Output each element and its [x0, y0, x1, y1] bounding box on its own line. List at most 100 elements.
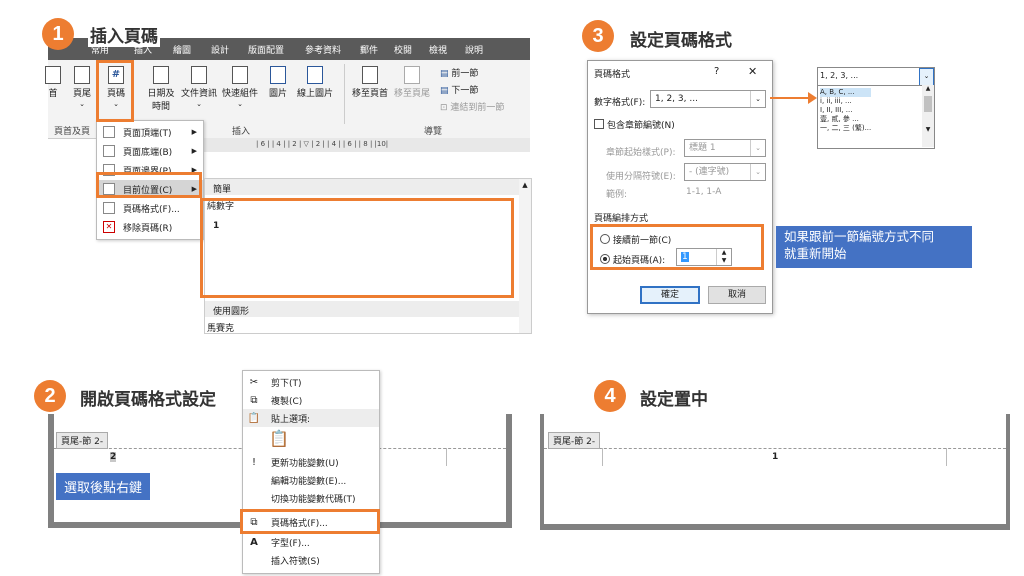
dropdown-current-value: 1, 2, 3, ...: [820, 71, 859, 80]
separator-value: - (連字號): [689, 167, 730, 177]
ctx-label: 貼上選項:: [271, 414, 311, 425]
goto-header-icon: [362, 66, 378, 84]
step4-number-badge: 4: [594, 380, 626, 412]
goto-header-button[interactable]: 移至頁首: [350, 66, 390, 99]
date-time-button[interactable]: 日期及 時間: [144, 66, 178, 112]
step4-page: [544, 414, 1006, 524]
online-picture-button[interactable]: 線上圖片: [294, 66, 336, 99]
number-format-select[interactable]: 1, 2, 3, ... ⌄: [650, 90, 766, 108]
goto-header-label: 移至頁首: [351, 89, 388, 99]
chevron-down-icon: ⌄: [750, 164, 765, 180]
ctx-label: 插入符號(S): [271, 556, 320, 567]
chevron-down-icon[interactable]: ⌄: [919, 68, 934, 86]
gallery-item-mosaic[interactable]: 馬賽克: [207, 321, 234, 334]
goto-footer-label: 移至頁尾: [393, 89, 430, 99]
online-picture-icon: [307, 66, 323, 84]
quick-parts-icon: [232, 66, 248, 84]
scroll-up-icon[interactable]: ▲: [519, 181, 531, 189]
ctx-edit-field[interactable]: 編輯功能變數(E)...: [243, 471, 379, 489]
ctx-copy[interactable]: ⧉ 複製(C): [243, 391, 379, 409]
ribbon-divider: [344, 64, 345, 124]
doc-info-button[interactable]: 文件資訊 ⌄: [180, 66, 218, 109]
tab-design[interactable]: 設計: [202, 43, 238, 56]
ctx-toggle-field-codes[interactable]: 切換功能變數代碼(T): [243, 489, 379, 507]
footer-divider: [544, 448, 1006, 449]
help-icon[interactable]: ?: [714, 66, 719, 77]
dropdown-option[interactable]: I, II, III, ...: [820, 106, 871, 115]
number-format-dropdown: 1, 2, 3, ... ⌄ A, B, C, ... i, ii, iii, …: [817, 67, 935, 149]
header-button-partial[interactable]: 首: [42, 66, 64, 99]
tab-view[interactable]: 檢視: [420, 43, 456, 56]
dropdown-divider: [818, 85, 934, 86]
ctx-label: 複製(C): [271, 396, 303, 407]
link-prev-label: 連結到前一節: [450, 103, 505, 113]
update-field-icon: !: [251, 456, 256, 468]
separator-select[interactable]: - (連字號) ⌄: [684, 163, 766, 181]
menu-item-remove-page-numbers[interactable]: ✕ 移除頁碼(R): [97, 218, 203, 236]
ctx-insert-symbol[interactable]: 插入符號(S): [243, 551, 379, 569]
next-section-icon: ▤: [440, 86, 452, 96]
tab-review[interactable]: 校閱: [386, 43, 420, 56]
step4-document: 頁尾-節 2- 1: [540, 414, 1010, 530]
separator-label: 使用分隔符號(E):: [606, 172, 676, 182]
page-number-field[interactable]: 2: [110, 452, 117, 462]
gallery-section-header-2: [205, 301, 519, 317]
tab-help[interactable]: 說明: [456, 43, 492, 56]
number-format-value: 1, 2, 3, ...: [655, 94, 698, 104]
picture-icon: [270, 66, 286, 84]
quick-parts-button[interactable]: 快速組件 ⌄: [220, 66, 260, 109]
prev-section-icon: ▤: [440, 69, 452, 79]
include-chapter-checkbox[interactable]: 包含章節編號(N): [594, 118, 675, 131]
scroll-thumb[interactable]: [924, 96, 932, 112]
menu-item-format-page-numbers[interactable]: 頁碼格式(F)...: [97, 199, 203, 217]
tab-references[interactable]: 參考資料: [294, 43, 352, 56]
next-section-button[interactable]: ▤ 下一節: [440, 83, 478, 96]
gallery-scrollbar[interactable]: ▲: [519, 179, 531, 333]
scroll-up-icon[interactable]: ▲: [922, 85, 934, 92]
ok-button[interactable]: 確定: [640, 286, 700, 304]
dropdown-option[interactable]: 壹, 貳, 參 ...: [820, 115, 871, 124]
group-label-insert: 插入: [232, 127, 251, 137]
menu-item-top-of-page[interactable]: 頁面頂端(T) ▶: [97, 123, 203, 141]
chevron-down-icon: ⌄: [750, 91, 765, 107]
dropdown-option[interactable]: A, B, C, ...: [820, 88, 872, 97]
footer-icon: [74, 66, 90, 84]
tab-mailings[interactable]: 郵件: [352, 43, 386, 56]
paste-keep-source-icon[interactable]: 📋: [269, 429, 289, 448]
tab-stop-marker: [946, 448, 947, 466]
goto-footer-button[interactable]: 移至頁尾: [392, 66, 432, 99]
cancel-button[interactable]: 取消: [708, 286, 766, 304]
context-menu: ✂ 剪下(T) ⧉ 複製(C) 📋 貼上選項: 📋 ! 更新功能變數(U) 編輯功能變數…: [242, 370, 380, 574]
prev-section-label: 前一節: [451, 69, 479, 79]
dropdown-option[interactable]: i, ii, iii, ...: [820, 97, 871, 106]
menu-label: 移除頁碼(R): [123, 223, 173, 234]
number-format-label: 數字格式(F):: [594, 98, 646, 108]
dropdown-option[interactable]: 一, 二, 三 (繁)...: [820, 124, 871, 133]
scroll-down-icon[interactable]: ▼: [922, 126, 934, 133]
dropdown-scrollbar[interactable]: ▲ ▼: [922, 85, 934, 147]
page-number-field[interactable]: 1: [772, 452, 778, 462]
arrow-line: [770, 97, 812, 99]
menu-item-bottom-of-page[interactable]: 頁面底端(B) ▶: [97, 142, 203, 160]
highlight-ctx-format: [240, 509, 380, 534]
step3-title: 設定頁碼格式: [630, 31, 732, 51]
chapter-style-value: 標題 1: [689, 143, 716, 153]
tab-layout[interactable]: 版面配置: [238, 43, 294, 56]
step3-number-badge: 3: [582, 20, 614, 52]
ctx-cut[interactable]: ✂ 剪下(T): [243, 373, 379, 391]
chapter-style-select[interactable]: 標題 1 ⌄: [684, 139, 766, 157]
ctx-update-field[interactable]: ! 更新功能變數(U): [243, 453, 379, 471]
picture-button[interactable]: 圖片: [264, 66, 292, 99]
ctx-font[interactable]: A 字型(F)...: [243, 533, 379, 551]
footer-button[interactable]: 頁尾 ⌄: [68, 66, 96, 109]
link-prev-button[interactable]: ⊡ 連結到前一節: [440, 100, 504, 113]
prev-section-button[interactable]: ▤ 前一節: [440, 66, 478, 79]
close-icon[interactable]: ✕: [748, 65, 757, 78]
tab-draw[interactable]: 繪圖: [162, 43, 202, 56]
ctx-label: 更新功能變數(U): [271, 458, 339, 469]
step3-note-line2: 就重新開始: [784, 246, 847, 261]
footer-label: 頁尾: [72, 89, 91, 99]
step1-number-badge: 1: [42, 18, 74, 50]
example-value: 1-1, 1-A: [686, 187, 722, 197]
gallery-section-circle: 使用圓形: [213, 307, 250, 317]
